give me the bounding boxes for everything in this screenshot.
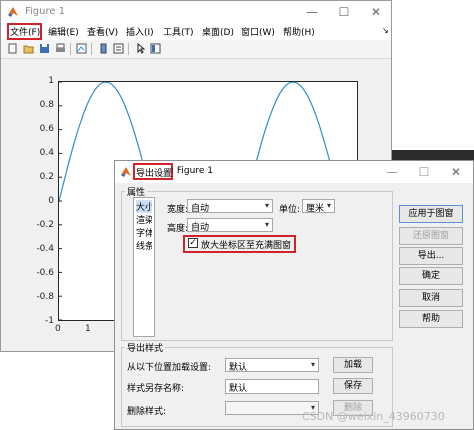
figure-title: Figure 1 [25,6,66,17]
save-style-name-input[interactable]: 默认 [225,379,319,394]
export-settings-dialog: 导出设置 : Figure 1 — ☐ ✕ 属性 大小 渲染 字体 线条 宽度:… [114,160,474,430]
maximize-button[interactable]: ☐ [329,3,359,21]
list-item[interactable]: 大小 [136,200,152,213]
restore-figure-button[interactable]: 还原图窗 [399,227,463,245]
link-plot-icon[interactable] [76,43,87,54]
save-button[interactable]: 保存 [333,378,373,394]
figure-menubar: 文件(F) 编辑(E) 查看(V) 插入(I) 工具(T) 桌面(D) 窗口(W… [1,23,391,40]
delete-style-label: 删除样式: [127,407,167,417]
chevron-down-icon: ▾ [326,201,331,210]
watermark: CSDN @weixin_43960730 [302,410,445,423]
print-icon[interactable] [55,43,66,54]
list-item[interactable]: 线条 [136,239,152,252]
height-select-value: 自动 [191,223,210,233]
load-button[interactable]: 加载 [333,357,373,373]
menu-file[interactable]: 文件(F) [10,25,40,38]
y-tick-label: -0.6 [36,268,54,278]
menu-window[interactable]: 窗口(W) [241,25,275,38]
property-inspector-icon[interactable] [150,43,161,54]
dialog-title-highlight: 导出设置 [136,169,173,179]
save-style-name-value: 默认 [229,384,248,394]
y-tick-label: -0.2 [36,220,54,230]
y-tick-label: 1 [48,76,54,86]
colorbar-icon[interactable] [98,43,109,54]
matlab-icon [121,167,131,177]
save-icon[interactable] [39,43,50,54]
y-tick-label: 0.4 [39,148,54,158]
pointer-icon[interactable] [135,43,146,54]
units-select-value: 厘米 [306,204,325,214]
export-button[interactable]: 导出... [399,247,463,265]
figure-titlebar[interactable]: Figure 1 — ☐ ✕ [1,1,391,23]
save-style-label: 样式另存名称: [127,384,185,394]
property-category-list[interactable]: 大小 渲染 字体 线条 [133,197,155,337]
dialog-maximize-button[interactable]: ☐ [409,163,439,181]
x-tick-label: 1 [85,324,91,334]
toolbar-separator [70,43,71,55]
width-label: 宽度: [167,205,189,215]
units-label: 单位: [279,205,301,215]
properties-group [121,191,393,341]
y-tick-label: 0.6 [39,124,54,134]
menu-view[interactable]: 查看(V) [87,25,118,38]
matlab-icon [8,7,18,17]
load-settings-select[interactable]: 默认 ▾ [225,358,319,373]
menu-help[interactable]: 帮助(H) [283,25,315,38]
units-select[interactable]: 厘米 ▾ [302,199,335,214]
new-figure-icon[interactable] [7,43,18,54]
menu-tools[interactable]: 工具(T) [163,25,194,38]
x-tick-label: 0 [55,324,61,334]
dialog-minimize-button[interactable]: — [377,163,407,181]
help-button[interactable]: 帮助 [399,310,463,328]
width-select-value: 自动 [191,204,210,214]
load-settings-label: 从以下位置加载设置: [127,363,212,373]
height-select[interactable]: 自动 ▾ [187,218,273,233]
chevron-down-icon: ▾ [264,220,269,229]
height-label: 高度: [167,224,189,234]
figure-toolbar [1,40,391,59]
toolbar-separator [91,43,92,55]
dialog-titlebar[interactable]: 导出设置 : Figure 1 — ☐ ✕ [115,161,473,183]
cancel-button[interactable]: 取消 [399,289,463,307]
open-file-icon[interactable] [23,43,34,54]
dialog-close-button[interactable]: ✕ [441,163,471,181]
chevron-down-icon: ▾ [310,360,315,369]
toolbar-separator [128,43,129,55]
y-tick-label: 0.2 [39,172,54,182]
menu-desktop[interactable]: 桌面(D) [202,25,234,38]
expand-checkbox-label: 放大坐标区至充满图窗 [201,241,292,251]
expand-checkbox[interactable]: ✓ [188,238,198,248]
apply-to-figure-button[interactable]: 应用于图窗 [399,205,463,223]
menubar-dock-arrow-icon[interactable]: ↘ [382,26,389,35]
ok-button[interactable]: 确定 [399,267,463,285]
y-tick-label: -0.8 [36,292,54,302]
width-select[interactable]: 自动 ▾ [187,199,273,214]
chevron-down-icon: ▾ [264,201,269,210]
y-tick-label: 0 [48,196,54,206]
load-settings-value: 默认 [229,363,248,373]
y-tick-label: -1 [45,316,54,326]
list-item[interactable]: 渲染 [136,213,152,226]
list-item[interactable]: 字体 [136,226,152,239]
close-button[interactable]: ✕ [361,3,391,21]
y-tick-label: 0.8 [39,100,54,110]
minimize-button[interactable]: — [297,3,327,21]
y-tick-label: -0.4 [36,244,54,254]
dialog-title: : Figure 1 [171,166,213,176]
export-styles-group-title: 导出样式 [125,341,166,354]
menu-edit[interactable]: 编辑(E) [48,25,79,38]
menu-insert[interactable]: 插入(I) [126,25,154,38]
legend-icon[interactable] [113,43,124,54]
